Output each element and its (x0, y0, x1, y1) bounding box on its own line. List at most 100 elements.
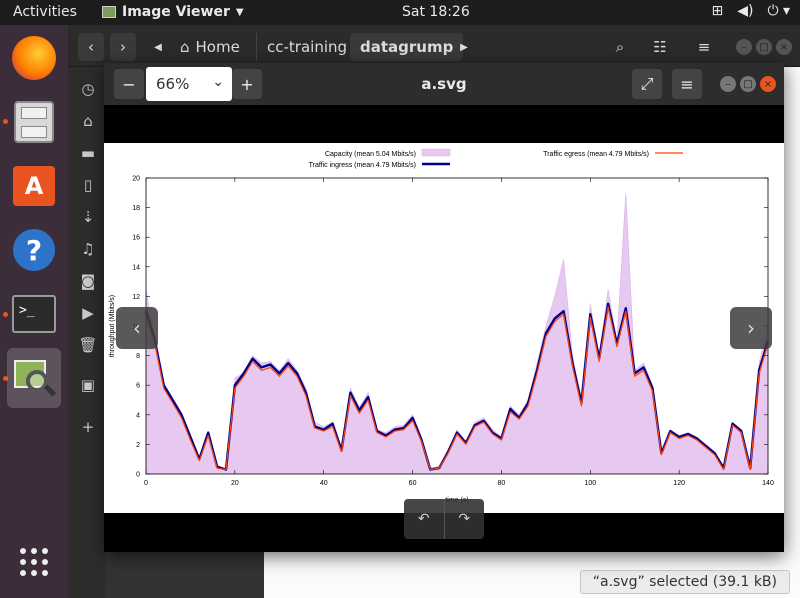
maximize-button[interactable]: □ (756, 39, 772, 55)
selection-status: “a.svg” selected (39.1 kB) (579, 570, 790, 594)
forward-button[interactable]: › (110, 33, 136, 61)
breadcrumb-cc-training[interactable]: cc-training (256, 33, 357, 61)
x-tick-label: 20 (231, 480, 239, 487)
viewer-menu-button[interactable]: ≡ (672, 69, 702, 99)
x-tick-label: 80 (498, 480, 506, 487)
y-tick-label: 4 (136, 412, 140, 419)
system-tray[interactable]: ⊞ ◀) ⏻ ▾ (711, 3, 790, 19)
magnifier-image-icon (12, 356, 57, 400)
image-viewer-icon (102, 6, 116, 18)
back-button[interactable]: ‹ (78, 33, 104, 61)
rotate-right-button[interactable]: ↷ (445, 499, 485, 539)
close-icon: × (779, 41, 789, 53)
breadcrumb-scroll-right[interactable]: ▶ (454, 33, 474, 61)
close-icon: × (763, 78, 773, 90)
minimize-icon: – (741, 41, 747, 53)
previous-image-button[interactable]: ‹ (116, 307, 158, 349)
maximize-button[interactable]: □ (740, 76, 756, 92)
minimize-icon: – (725, 78, 731, 90)
software-bag-icon: A (13, 166, 55, 206)
rotate-left-icon: ↶ (417, 511, 430, 527)
legend-label-egress: Traffic egress (mean 4.79 Mbits/s) (543, 151, 649, 158)
minimize-button[interactable]: – (736, 39, 752, 55)
breadcrumb-datagrump[interactable]: datagrump (350, 33, 464, 61)
y-tick-label: 18 (132, 205, 140, 212)
y-tick-label: 20 (132, 176, 140, 183)
y-tick-label: 12 (132, 294, 140, 301)
x-tick-label: 60 (409, 480, 417, 487)
next-image-button[interactable]: › (730, 307, 772, 349)
hamburger-icon: ≡ (680, 74, 694, 94)
breadcrumb-home[interactable]: ⌂ Home (170, 33, 250, 61)
x-tick-label: 140 (762, 480, 774, 487)
close-button[interactable]: × (760, 76, 776, 92)
app-grid-icon (20, 548, 48, 576)
files-launcher[interactable] (7, 95, 61, 149)
x-tick-label: 0 (144, 480, 148, 487)
dock: A ? >_ (0, 25, 68, 598)
breadcrumb-label: cc-training (267, 38, 348, 56)
app-menu[interactable]: Image Viewer ▼ (102, 4, 244, 20)
terminal-launcher[interactable]: >_ (7, 287, 61, 341)
help-launcher[interactable]: ? (7, 223, 61, 277)
menu-button[interactable]: ≡ (690, 33, 718, 61)
drive-icon[interactable]: ▣ (78, 375, 98, 395)
firefox-icon (12, 36, 56, 80)
search-icon: ⌕ (615, 38, 625, 56)
legend-label-ingress: Traffic ingress (mean 4.79 Mbits/s) (309, 162, 416, 169)
software-launcher[interactable]: A (7, 159, 61, 213)
maximize-icon: □ (759, 41, 769, 53)
clock[interactable]: Sat 18:26 (402, 4, 470, 20)
music-icon[interactable]: ♫ (78, 239, 98, 259)
triangle-right-icon: ▶ (460, 41, 468, 53)
chevron-left-icon: ‹ (133, 316, 141, 340)
breadcrumb-scroll-left[interactable]: ◀ (148, 33, 168, 61)
image-canvas: 02040608010012014002468101214161820time … (104, 143, 784, 513)
image-viewer-launcher[interactable] (7, 348, 61, 408)
files-sidebar: ◷ ⌂ ▬ ▯ ⇣ ♫ ◙ ▶ 🗑︎ ▣ + (68, 67, 106, 598)
close-button[interactable]: × (776, 39, 792, 55)
throughput-chart: 02040608010012014002468101214161820time … (109, 148, 774, 504)
rotate-left-button[interactable]: ↶ (404, 499, 445, 539)
trash-icon[interactable]: 🗑︎ (78, 335, 98, 355)
pictures-icon[interactable]: ◙ (78, 271, 98, 291)
y-tick-label: 16 (132, 235, 140, 242)
help-icon: ? (13, 229, 55, 271)
breadcrumb-label: datagrump (360, 38, 454, 56)
terminal-icon: >_ (12, 295, 56, 333)
app-menu-label: Image Viewer (122, 4, 230, 20)
fullscreen-icon: ⤢ (640, 74, 654, 93)
rotate-controls: ↶ ↷ (404, 499, 484, 539)
fullscreen-button[interactable]: ⤢ (632, 69, 662, 99)
legend-label-capacity: Capacity (mean 5.04 Mbits/s) (325, 151, 416, 158)
y-tick-label: 2 (136, 442, 140, 449)
folder-icon[interactable]: ▬ (78, 143, 98, 163)
image-viewer-window: − 66% ⌄ + a.svg ⤢ ≡ – □ × 0 20 40 60 80 100 12… (104, 63, 784, 552)
minimize-button[interactable]: – (720, 76, 736, 92)
rotate-right-icon: ↷ (458, 511, 471, 527)
x-tick-label: 100 (584, 480, 596, 487)
add-location-icon[interactable]: + (78, 417, 98, 437)
file-cabinet-icon (14, 101, 54, 143)
x-tick-label: 40 (320, 480, 328, 487)
view-toggle-button[interactable]: ☷ (646, 33, 674, 61)
recent-icon[interactable]: ◷ (78, 79, 98, 99)
firefox-launcher[interactable] (7, 31, 61, 85)
maximize-icon: □ (743, 78, 753, 90)
downloads-icon[interactable]: ⇣ (78, 207, 98, 227)
chevron-down-icon: ▼ (235, 6, 244, 18)
home-icon[interactable]: ⌂ (78, 111, 98, 131)
videos-icon[interactable]: ▶ (78, 303, 98, 323)
activities-button[interactable]: Activities (13, 4, 77, 20)
y-tick-label: 6 (136, 383, 140, 390)
search-button[interactable]: ⌕ (606, 33, 634, 61)
viewer-header-bar: − 66% ⌄ + a.svg ⤢ ≡ – □ × (104, 63, 784, 105)
top-bar: Activities Image Viewer ▼ Sat 18:26 ⊞ ◀)… (0, 0, 800, 25)
volume-icon: ◀) (737, 3, 754, 19)
home-icon: ⌂ (180, 38, 190, 56)
show-applications-button[interactable] (7, 535, 61, 589)
y-tick-label: 0 (136, 472, 140, 479)
documents-icon[interactable]: ▯ (78, 175, 98, 195)
list-view-icon: ☷ (653, 38, 667, 56)
legend-swatch-capacity (421, 148, 451, 157)
